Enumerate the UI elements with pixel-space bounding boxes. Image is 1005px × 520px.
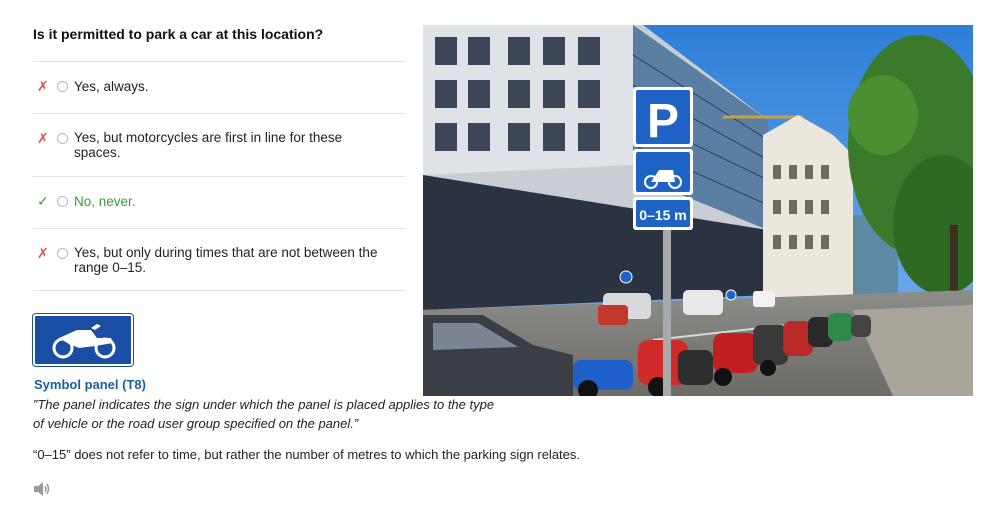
answer-label: Yes, always. [74,79,149,94]
answer-option-3[interactable]: ✓ No, never. [33,176,405,228]
check-mark-icon: ✓ [37,193,49,209]
answer-label: No, never. [74,194,136,209]
radio-button[interactable] [57,81,68,92]
speaker-icon[interactable] [33,481,51,497]
radio-button[interactable] [57,196,68,207]
explanation-text: “0–15” does not refer to time, but rathe… [33,447,581,462]
cross-mark-icon: ✗ [37,78,49,94]
distance-panel-text: 0–15 m [639,207,686,223]
symbol-panel-title: Symbol panel (T8) [34,377,146,392]
cross-mark-icon: ✗ [37,130,49,146]
answer-option-2[interactable]: ✗ Yes, but motorcycles are first in line… [33,113,405,176]
answer-label: Yes, but only during times that are not … [74,245,378,275]
answer-option-4[interactable]: ✗ Yes, but only during times that are no… [33,228,405,291]
answer-label: Yes, but motorcycles are first in line f… [74,130,343,160]
question-text: Is it permitted to park a car at this lo… [33,26,324,42]
symbol-panel-quote: ”The panel indicates the sign under whic… [33,397,495,431]
street-photo: P 0–15 m [423,25,973,396]
motorcycle-symbol-panel [32,313,134,367]
radio-button[interactable] [57,133,68,144]
answer-option-1[interactable]: ✗ Yes, always. [33,61,405,113]
radio-button[interactable] [57,248,68,259]
cross-mark-icon: ✗ [37,245,49,261]
parking-sign-letter: P [647,95,679,148]
answer-list: ✗ Yes, always. ✗ Yes, but motorcycles ar… [33,61,405,291]
motorcycle-icon [52,324,116,359]
